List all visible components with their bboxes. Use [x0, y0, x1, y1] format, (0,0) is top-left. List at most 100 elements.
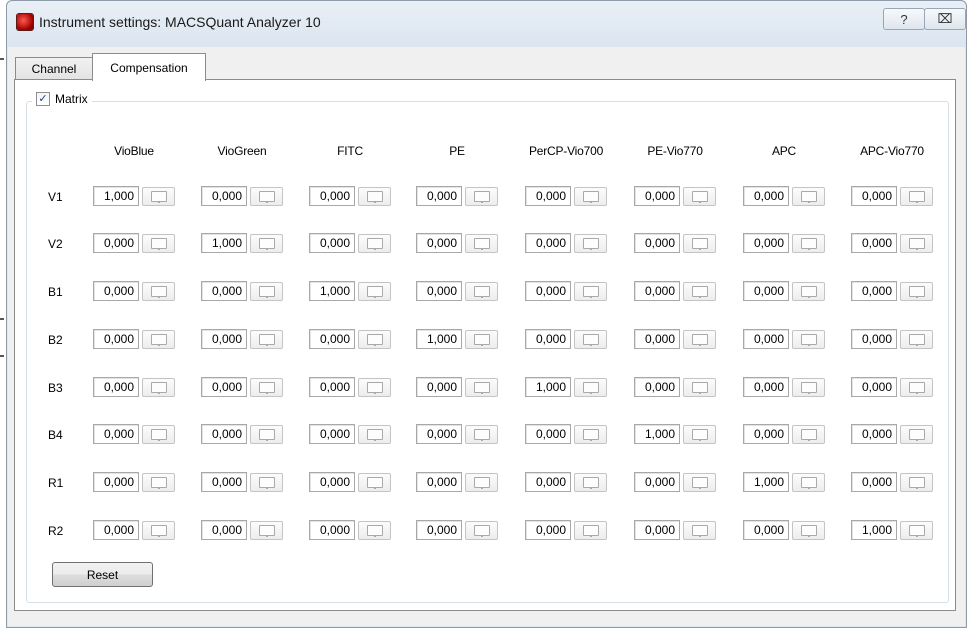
compensation-value-field[interactable]: 1,000	[416, 329, 462, 349]
value-edit-button[interactable]	[792, 187, 825, 206]
compensation-value-field[interactable]: 0,000	[634, 233, 680, 253]
compensation-value-field[interactable]: 0,000	[851, 281, 897, 301]
compensation-value-field[interactable]: 0,000	[93, 520, 139, 540]
value-edit-button[interactable]	[142, 473, 175, 492]
value-edit-button[interactable]	[574, 187, 607, 206]
value-edit-button[interactable]	[250, 330, 283, 349]
compensation-value-field[interactable]: 1,000	[851, 520, 897, 540]
value-edit-button[interactable]	[358, 378, 391, 397]
compensation-value-field[interactable]: 0,000	[201, 377, 247, 397]
value-edit-button[interactable]	[900, 282, 933, 301]
compensation-value-field[interactable]: 0,000	[416, 233, 462, 253]
compensation-value-field[interactable]: 0,000	[525, 520, 571, 540]
compensation-value-field[interactable]: 0,000	[93, 424, 139, 444]
value-edit-button[interactable]	[465, 473, 498, 492]
value-edit-button[interactable]	[683, 187, 716, 206]
value-edit-button[interactable]	[792, 330, 825, 349]
compensation-value-field[interactable]: 0,000	[416, 377, 462, 397]
value-edit-button[interactable]	[792, 425, 825, 444]
compensation-value-field[interactable]: 1,000	[743, 472, 789, 492]
value-edit-button[interactable]	[574, 282, 607, 301]
compensation-value-field[interactable]: 1,000	[201, 233, 247, 253]
compensation-value-field[interactable]: 0,000	[93, 281, 139, 301]
compensation-value-field[interactable]: 0,000	[201, 186, 247, 206]
value-edit-button[interactable]	[358, 425, 391, 444]
value-edit-button[interactable]	[142, 187, 175, 206]
value-edit-button[interactable]	[900, 425, 933, 444]
compensation-value-field[interactable]: 0,000	[743, 424, 789, 444]
value-edit-button[interactable]	[574, 425, 607, 444]
value-edit-button[interactable]	[792, 521, 825, 540]
value-edit-button[interactable]	[358, 330, 391, 349]
value-edit-button[interactable]	[358, 521, 391, 540]
compensation-value-field[interactable]: 0,000	[416, 520, 462, 540]
compensation-value-field[interactable]: 0,000	[743, 233, 789, 253]
value-edit-button[interactable]	[792, 378, 825, 397]
compensation-value-field[interactable]: 0,000	[634, 377, 680, 397]
value-edit-button[interactable]	[142, 378, 175, 397]
compensation-value-field[interactable]: 0,000	[851, 472, 897, 492]
value-edit-button[interactable]	[792, 282, 825, 301]
compensation-value-field[interactable]: 0,000	[851, 424, 897, 444]
compensation-value-field[interactable]: 0,000	[851, 233, 897, 253]
compensation-value-field[interactable]: 0,000	[201, 472, 247, 492]
value-edit-button[interactable]	[358, 282, 391, 301]
value-edit-button[interactable]	[250, 473, 283, 492]
compensation-value-field[interactable]: 0,000	[525, 233, 571, 253]
compensation-value-field[interactable]: 0,000	[851, 329, 897, 349]
value-edit-button[interactable]	[465, 378, 498, 397]
compensation-value-field[interactable]: 0,000	[201, 329, 247, 349]
compensation-value-field[interactable]: 1,000	[309, 281, 355, 301]
compensation-value-field[interactable]: 0,000	[743, 186, 789, 206]
value-edit-button[interactable]	[250, 187, 283, 206]
tab-channel[interactable]: Channel	[15, 57, 93, 80]
compensation-value-field[interactable]: 0,000	[416, 424, 462, 444]
value-edit-button[interactable]	[465, 187, 498, 206]
compensation-value-field[interactable]: 0,000	[743, 520, 789, 540]
compensation-value-field[interactable]: 0,000	[634, 472, 680, 492]
value-edit-button[interactable]	[683, 282, 716, 301]
value-edit-button[interactable]	[900, 521, 933, 540]
value-edit-button[interactable]	[900, 330, 933, 349]
compensation-value-field[interactable]: 0,000	[309, 520, 355, 540]
compensation-value-field[interactable]: 0,000	[309, 186, 355, 206]
tab-compensation[interactable]: Compensation	[92, 53, 206, 81]
help-button[interactable]: ?	[883, 8, 925, 30]
value-edit-button[interactable]	[900, 187, 933, 206]
value-edit-button[interactable]	[574, 521, 607, 540]
compensation-value-field[interactable]: 0,000	[525, 472, 571, 492]
value-edit-button[interactable]	[358, 473, 391, 492]
value-edit-button[interactable]	[683, 234, 716, 253]
value-edit-button[interactable]	[683, 378, 716, 397]
value-edit-button[interactable]	[358, 234, 391, 253]
compensation-value-field[interactable]: 0,000	[634, 186, 680, 206]
compensation-value-field[interactable]: 0,000	[93, 329, 139, 349]
compensation-value-field[interactable]: 0,000	[525, 329, 571, 349]
value-edit-button[interactable]	[683, 473, 716, 492]
value-edit-button[interactable]	[900, 473, 933, 492]
compensation-value-field[interactable]: 0,000	[634, 329, 680, 349]
compensation-value-field[interactable]: 0,000	[309, 233, 355, 253]
compensation-value-field[interactable]: 0,000	[416, 281, 462, 301]
compensation-value-field[interactable]: 1,000	[634, 424, 680, 444]
reset-button[interactable]: Reset	[52, 562, 153, 587]
matrix-checkbox[interactable]: ✓	[36, 92, 50, 106]
value-edit-button[interactable]	[465, 234, 498, 253]
compensation-value-field[interactable]: 0,000	[201, 520, 247, 540]
compensation-value-field[interactable]: 0,000	[309, 377, 355, 397]
value-edit-button[interactable]	[142, 282, 175, 301]
compensation-value-field[interactable]: 0,000	[93, 233, 139, 253]
compensation-value-field[interactable]: 0,000	[634, 520, 680, 540]
value-edit-button[interactable]	[250, 521, 283, 540]
value-edit-button[interactable]	[465, 282, 498, 301]
value-edit-button[interactable]	[142, 521, 175, 540]
value-edit-button[interactable]	[683, 330, 716, 349]
value-edit-button[interactable]	[574, 378, 607, 397]
compensation-value-field[interactable]: 0,000	[309, 329, 355, 349]
compensation-value-field[interactable]: 0,000	[309, 424, 355, 444]
compensation-value-field[interactable]: 0,000	[743, 377, 789, 397]
compensation-value-field[interactable]: 0,000	[634, 281, 680, 301]
value-edit-button[interactable]	[250, 234, 283, 253]
value-edit-button[interactable]	[574, 330, 607, 349]
value-edit-button[interactable]	[358, 187, 391, 206]
